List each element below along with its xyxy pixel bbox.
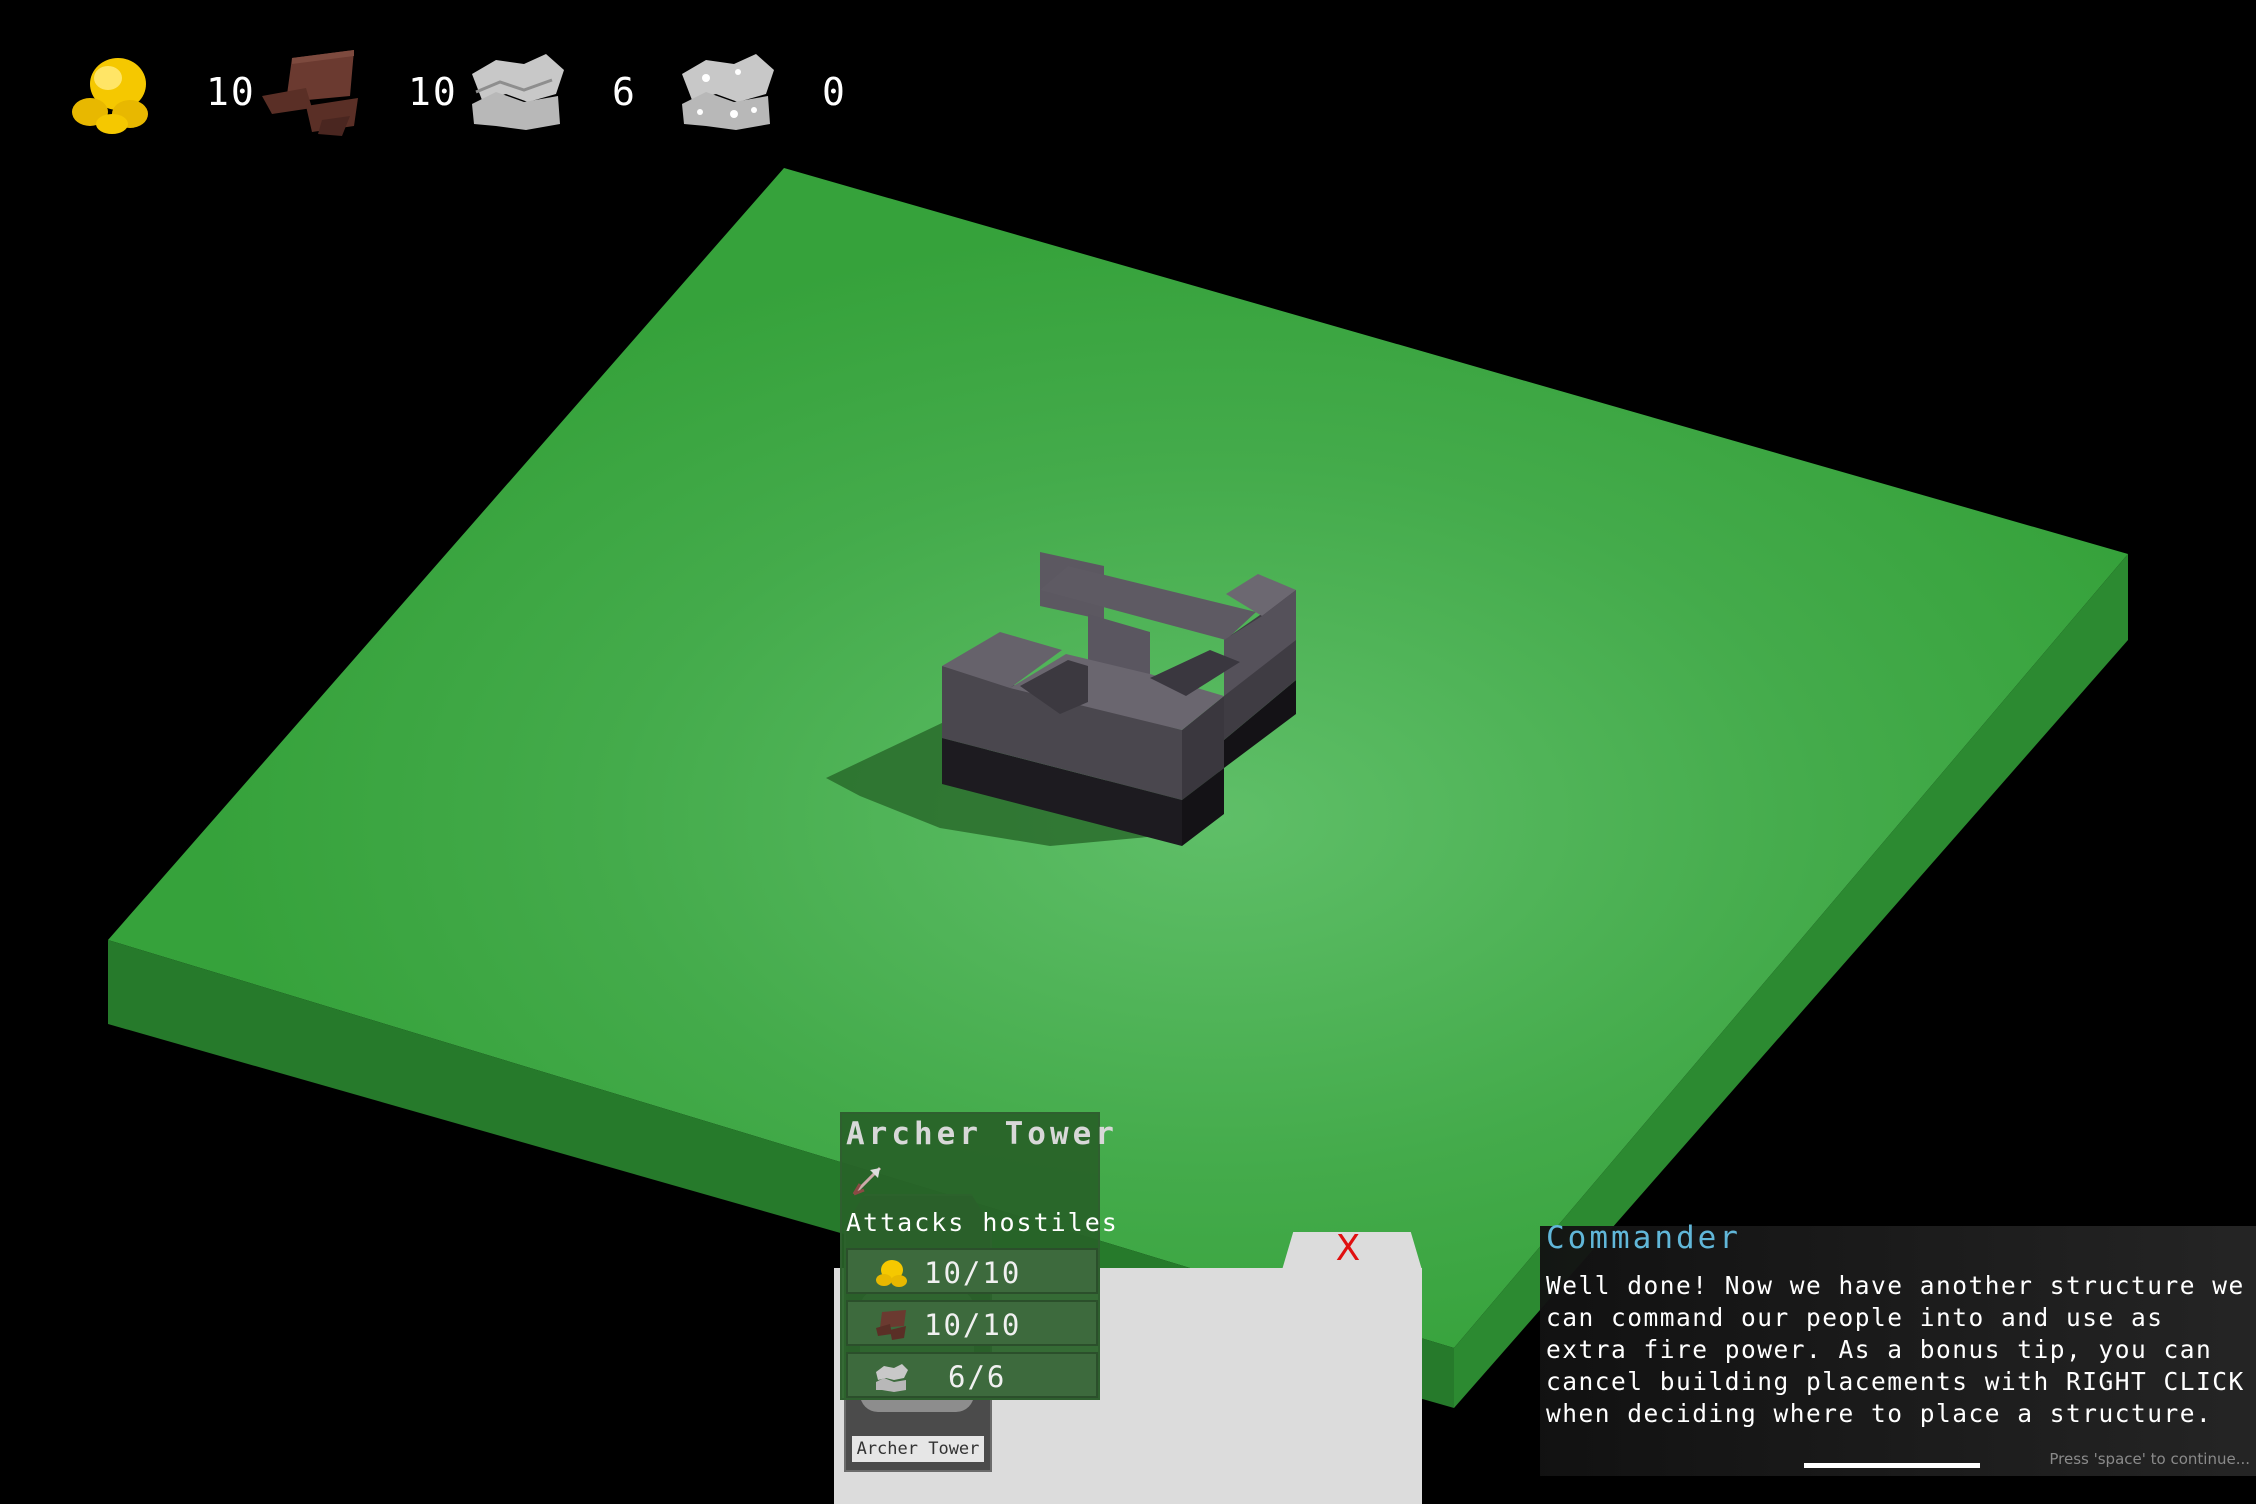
card-label: Archer Tower <box>852 1436 984 1462</box>
close-button[interactable]: X <box>1328 1226 1368 1272</box>
dialog-progress-bar <box>1804 1463 1980 1468</box>
gold-resource: 10 <box>60 44 256 140</box>
gold-coins-icon <box>72 58 148 134</box>
building-tooltip: Archer Tower Attacks hostiles 10/10 10/1… <box>840 1112 1117 1400</box>
dialog-speaker: Commander <box>1546 1220 1741 1256</box>
stone-icon <box>876 1364 908 1392</box>
ore-icon <box>682 54 774 130</box>
stone-resource: 6 <box>466 44 637 140</box>
wood-resource: 10 <box>262 44 458 140</box>
tooltip-description: Attacks hostiles <box>846 1208 1119 1237</box>
wood-planks-icon <box>876 1310 906 1340</box>
cost-gold-value: 10/10 <box>924 1256 1022 1290</box>
wood-count: 10 <box>408 70 458 114</box>
tooltip-title: Archer Tower <box>846 1116 1118 1152</box>
gold-coins-icon <box>876 1260 907 1287</box>
cost-wood-value: 10/10 <box>924 1308 1022 1342</box>
cost-row-stone: 6/6 <box>846 1352 1098 1398</box>
arrow-icon <box>852 1166 882 1196</box>
gold-count: 10 <box>206 70 256 114</box>
stone-icon <box>472 54 564 130</box>
cost-row-gold: 10/10 <box>846 1248 1098 1294</box>
commander-dialog[interactable]: Commander Well done! Now we have another… <box>1540 1220 2256 1476</box>
continue-hint: Press 'space' to continue... <box>2049 1450 2250 1468</box>
cost-row-wood: 10/10 <box>846 1300 1098 1346</box>
ore-count: 0 <box>822 70 847 114</box>
cost-stone-value: 6/6 <box>948 1360 1007 1394</box>
ore-resource: 0 <box>676 44 847 140</box>
stone-count: 6 <box>612 70 637 114</box>
dialog-text: Well done! Now we have another structure… <box>1546 1271 2245 1428</box>
wood-planks-icon <box>262 50 358 136</box>
